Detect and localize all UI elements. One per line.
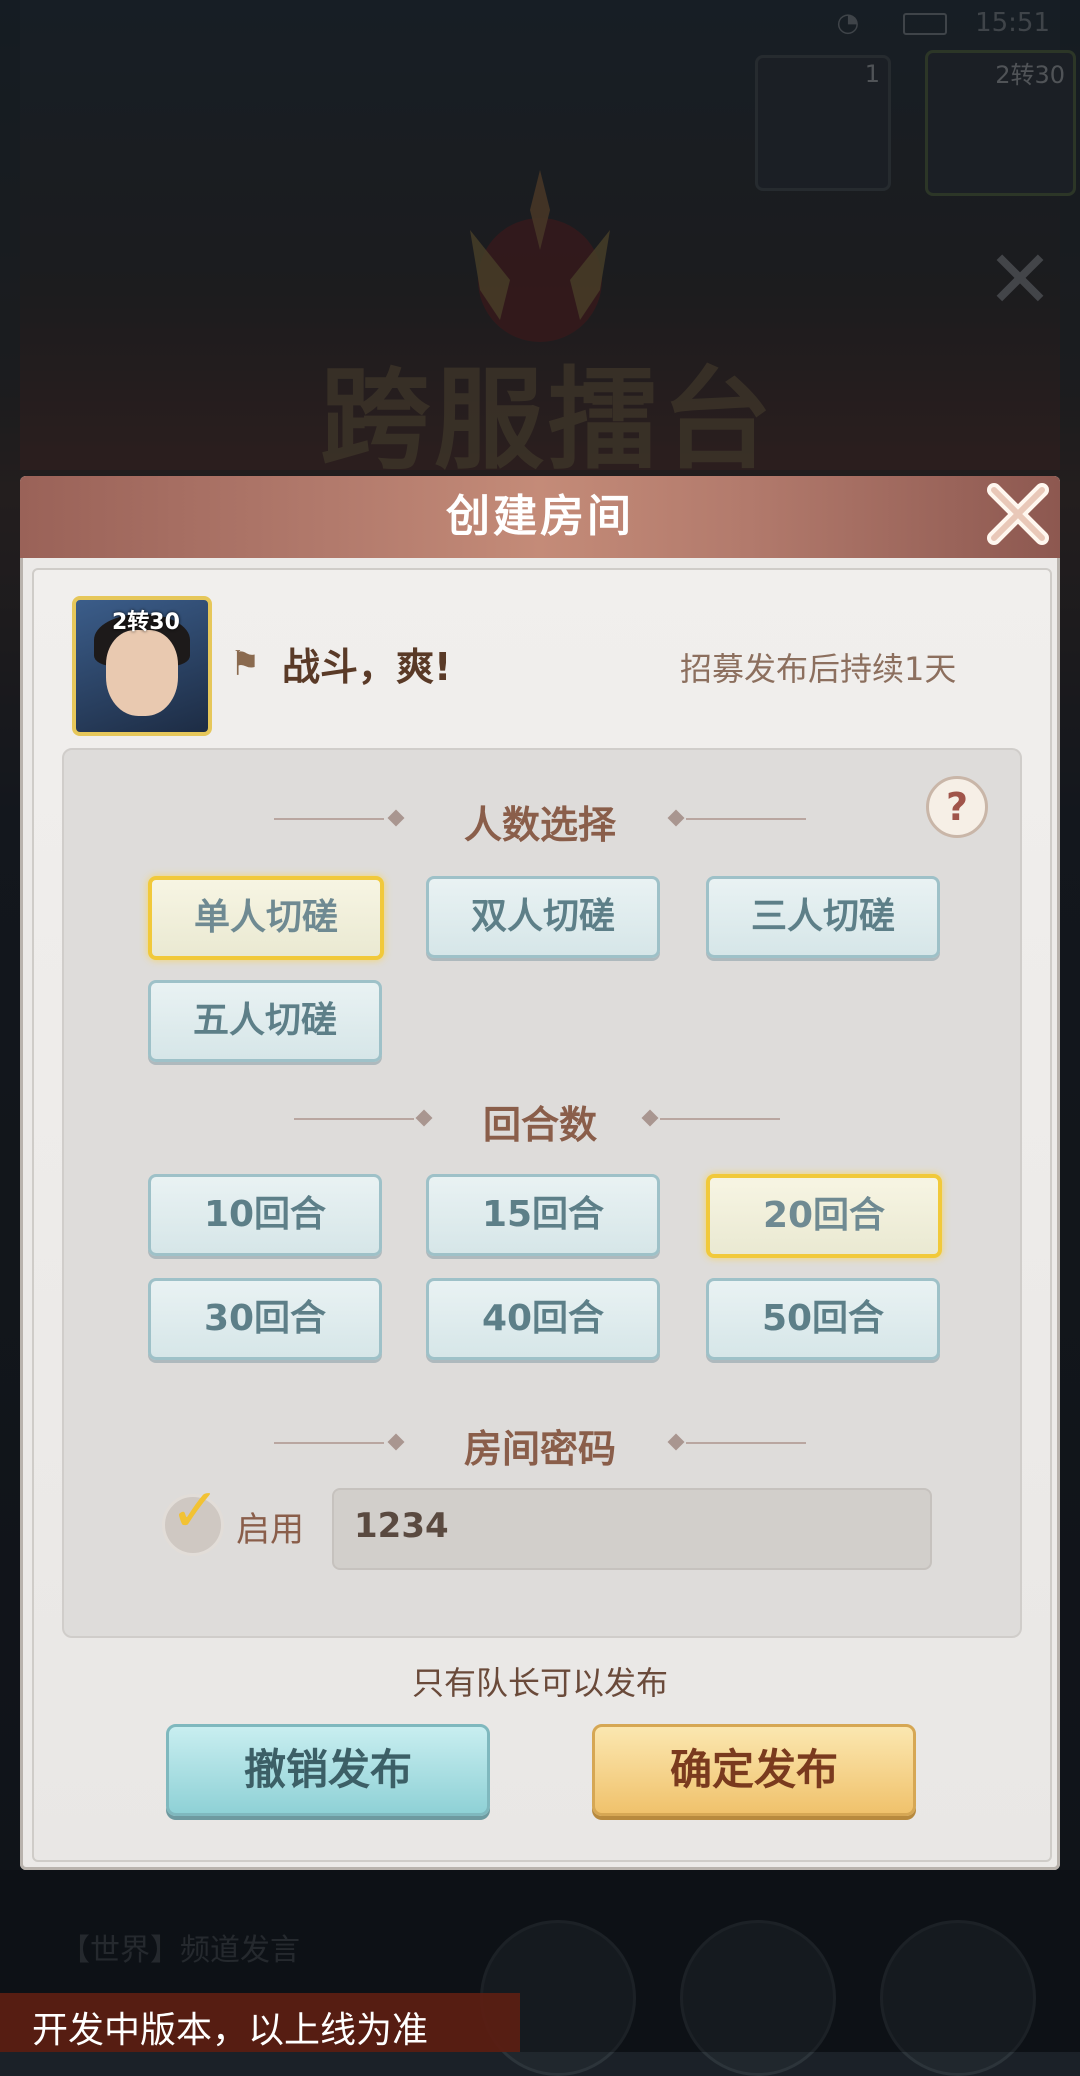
password-input[interactable]: 1234: [332, 1488, 932, 1570]
option-rounds-20[interactable]: 20回合: [706, 1174, 942, 1258]
recruit-duration: 招募发布后持续1天: [680, 650, 957, 688]
divider-right: [686, 818, 806, 820]
option-rounds-50[interactable]: 50回合: [706, 1278, 940, 1360]
close-icon[interactable]: [982, 478, 1054, 550]
player-level: 2转30: [112, 610, 180, 635]
option-double[interactable]: 双人切磋: [426, 876, 660, 958]
option-rounds-10[interactable]: 10回合: [148, 1174, 382, 1256]
option-five[interactable]: 五人切磋: [148, 980, 382, 1062]
option-rounds-15[interactable]: 15回合: [426, 1174, 660, 1256]
create-room-dialog: 创建房间 2转30 ⚑ 战斗，爽! 招募发布后持续1天 人数选择 ? 单人切磋 …: [20, 476, 1060, 1870]
flag-icon: ⚑: [230, 644, 261, 684]
section-title-password: 房间密码: [463, 1427, 616, 1471]
avatar-face: [106, 630, 178, 716]
help-icon[interactable]: ?: [926, 776, 988, 838]
section-title-rounds: 回合数: [482, 1103, 597, 1147]
player-avatar[interactable]: 2转30: [72, 596, 212, 736]
dev-banner-text: 开发中版本，以上线为准: [32, 2010, 429, 2051]
player-motto: 战斗，爽!: [282, 645, 452, 689]
option-rounds-30[interactable]: 30回合: [148, 1278, 382, 1360]
dialog-title: 创建房间: [446, 491, 634, 542]
divider-right: [660, 1118, 780, 1120]
option-triple[interactable]: 三人切磋: [706, 876, 940, 958]
password-value: 1234: [354, 1506, 449, 1546]
section-title-players: 人数选择: [463, 803, 616, 847]
divider-right: [686, 1442, 806, 1444]
option-rounds-40[interactable]: 40回合: [426, 1278, 660, 1360]
cancel-publish-button[interactable]: 撤销发布: [166, 1724, 490, 1816]
check-icon: ✓: [170, 1476, 221, 1546]
option-single[interactable]: 单人切磋: [148, 876, 384, 960]
confirm-publish-button[interactable]: 确定发布: [592, 1724, 916, 1816]
dev-version-banner: 开发中版本，以上线为准: [0, 1993, 520, 2052]
enable-label: 启用: [236, 1510, 304, 1550]
publish-note: 只有队长可以发布: [411, 1664, 668, 1702]
